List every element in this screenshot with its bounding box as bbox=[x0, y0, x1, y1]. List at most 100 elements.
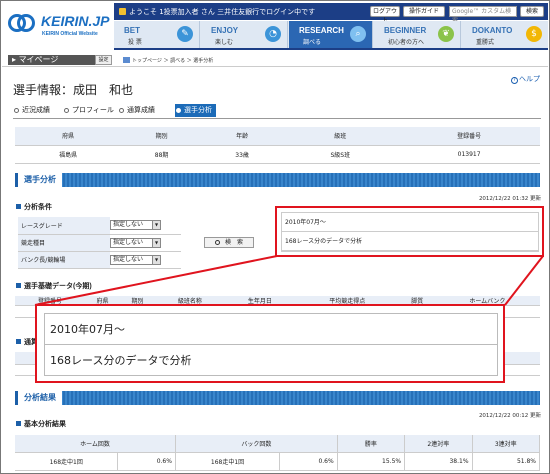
bullet-icon bbox=[16, 421, 21, 426]
bet-icon: ✎ bbox=[177, 26, 193, 42]
results-header: ホーム回数 bbox=[15, 435, 176, 453]
results-header: 勝率 bbox=[337, 435, 406, 453]
search-icon bbox=[214, 240, 220, 245]
chevron-down-icon: ▼ bbox=[152, 221, 160, 230]
mypage-bar: ▸ マイページ 設定 トップページ ＞ 調べる ＞ 選手分析 bbox=[2, 52, 548, 67]
mypage-settings-button[interactable]: 設定 bbox=[95, 55, 112, 65]
welcome-message: ようこそ 1投票加入者 さん 三井住友銀行でログイン中です bbox=[119, 7, 315, 17]
results-header: 2連対率 bbox=[404, 435, 473, 453]
breadcrumb: トップページ ＞ 調べる ＞ 選手分析 bbox=[123, 57, 213, 64]
nav-research-label: RESEARCH bbox=[299, 26, 344, 35]
analysis-updated: 2012/12/22 01:32 更新 bbox=[478, 196, 541, 202]
user-bar: ようこそ 1投票加入者 さん 三井住友銀行でログイン中です ログアウト 操作ガイ… bbox=[114, 3, 548, 24]
tab-divider bbox=[13, 118, 541, 119]
dokanto-icon: $ bbox=[526, 26, 542, 42]
logo-subtext: KEIRIN Official Website bbox=[42, 31, 98, 37]
beginner-icon: ❦ bbox=[438, 26, 454, 42]
bullet-icon bbox=[16, 204, 21, 209]
tab-radio-icon bbox=[64, 108, 69, 113]
profile-header: 年齢 bbox=[201, 127, 283, 146]
results-table: ホーム回数 バック回数 勝率 2連対率 3連対率 168走中1回 0.6% 16… bbox=[15, 435, 541, 471]
home-icon bbox=[123, 57, 130, 63]
nav-bet[interactable]: BET 投 票 ✎ bbox=[114, 21, 200, 48]
logo-text: KEIRIN.JP bbox=[41, 13, 110, 29]
tab-profile[interactable]: プロフィール bbox=[63, 104, 114, 117]
bullet-icon bbox=[16, 283, 21, 288]
conditions-form: レースグレード 指定しない ▼ 競走種目 指定しない ▼ バンク長/競輪場 指定しな… bbox=[18, 217, 181, 269]
tab-analysis[interactable]: 選手分析 bbox=[175, 104, 216, 117]
bullet-icon bbox=[16, 339, 21, 344]
nav-enjoy-label: ENJOY bbox=[211, 26, 239, 35]
tab-total[interactable]: 通算成績 bbox=[118, 104, 155, 117]
profile-header: 級班 bbox=[282, 127, 399, 146]
results-updated: 2012/12/22 00:12 更新 bbox=[478, 413, 541, 419]
help-icon: ? bbox=[511, 77, 518, 84]
profile-value: 88期 bbox=[121, 145, 202, 164]
analysis-section-header: 選手分析 bbox=[15, 173, 540, 187]
site-search-button[interactable]: 検索 bbox=[520, 6, 544, 17]
chevron-down-icon: ▼ bbox=[152, 238, 160, 247]
results-header: 3連対率 bbox=[472, 435, 541, 453]
main-nav: BET 投 票 ✎ ENJOY 楽しむ ◔ RESEARCH 調べる ⌕ BEG… bbox=[114, 21, 548, 50]
research-icon: ⌕ bbox=[350, 26, 366, 42]
enjoy-icon: ◔ bbox=[265, 26, 281, 42]
conditions-label: 分析条件 bbox=[16, 202, 52, 212]
profile-table: 府県 期別 年齢 級班 登録番号 福島県 88期 33歳 S級S班 013917 bbox=[15, 127, 540, 164]
help-link[interactable]: ? ヘルプ bbox=[511, 74, 540, 84]
nav-beginner-label: BEGINNER bbox=[384, 26, 427, 35]
results-value: 38.1% bbox=[404, 452, 473, 471]
results-value: 168走中1回 bbox=[15, 452, 119, 471]
condition-label: 競走種目 bbox=[18, 234, 110, 252]
results-value: 15.5% bbox=[337, 452, 406, 471]
nav-dokanto-label: DOKANTO bbox=[472, 26, 513, 35]
lock-icon bbox=[119, 8, 126, 15]
nav-bet-sublabel: 投 票 bbox=[128, 39, 142, 46]
results-value: 0.6% bbox=[279, 452, 338, 471]
profile-header: 府県 bbox=[15, 127, 122, 146]
zoomed-summary-table: 2010年07月～ 168レース分のデータで分析 bbox=[44, 313, 498, 376]
analysis-section-title: 選手分析 bbox=[15, 173, 62, 187]
basic-results-label: 基本分析結果 bbox=[16, 419, 66, 429]
results-value: 0.6% bbox=[117, 452, 176, 471]
bank-select[interactable]: 指定しない ▼ bbox=[110, 254, 161, 265]
results-section-header: 分析結果 bbox=[15, 391, 540, 405]
condition-label: バンク長/競輪場 bbox=[18, 251, 110, 269]
profile-value: 33歳 bbox=[201, 145, 283, 164]
analysis-search-button[interactable]: 検 索 bbox=[204, 237, 254, 248]
keirin-logo[interactable]: KEIRIN.JP KEIRIN Official Website bbox=[8, 12, 118, 42]
profile-value: 福島県 bbox=[15, 145, 122, 164]
logout-button[interactable]: ログアウト bbox=[370, 6, 400, 24]
zoomed-period: 2010年07月～ bbox=[45, 314, 497, 345]
breadcrumb-text[interactable]: トップページ ＞ 調べる ＞ 選手分析 bbox=[132, 58, 213, 64]
tab-radio-icon bbox=[119, 108, 124, 113]
zoomed-race-count: 168レース分のデータで分析 bbox=[50, 354, 192, 367]
nav-research-sublabel: 調べる bbox=[303, 39, 322, 46]
event-select[interactable]: 指定しない ▼ bbox=[110, 237, 161, 248]
page-title: 選手情報：成田 和也 bbox=[13, 83, 134, 97]
nav-dokanto[interactable]: DOKANTO 重勝式 $ bbox=[462, 21, 548, 48]
page-frame: KEIRIN.JP KEIRIN Official Website ようこそ 1… bbox=[0, 0, 550, 474]
results-header: バック回数 bbox=[175, 435, 338, 453]
tab-radio-icon bbox=[176, 108, 181, 113]
site-header: KEIRIN.JP KEIRIN Official Website ようこそ 1… bbox=[2, 2, 548, 50]
nav-dokanto-sublabel: 重勝式 bbox=[476, 39, 495, 46]
nav-enjoy[interactable]: ENJOY 楽しむ ◔ bbox=[201, 21, 288, 48]
results-value: 168走中1回 bbox=[175, 452, 281, 471]
profile-value: S級S班 bbox=[282, 145, 399, 164]
highlight-box bbox=[275, 206, 544, 257]
tab-recent[interactable]: 近況成績 bbox=[13, 104, 50, 117]
tab-radio-icon bbox=[14, 108, 19, 113]
profile-header: 登録番号 bbox=[398, 127, 540, 146]
site-search-input[interactable]: Google™ カスタム検索 bbox=[449, 6, 517, 24]
nav-research[interactable]: RESEARCH 調べる ⌕ bbox=[289, 21, 373, 48]
profile-value: 013917 bbox=[398, 145, 540, 164]
basic-data-label: 選手基礎データ(今期) bbox=[16, 281, 92, 291]
results-section-title: 分析結果 bbox=[15, 391, 62, 405]
grade-select[interactable]: 指定しない ▼ bbox=[110, 220, 161, 231]
nav-beginner[interactable]: BEGINNER 初心者の方へ ❦ bbox=[374, 21, 461, 48]
logo-ring-icon bbox=[17, 14, 35, 32]
guide-button[interactable]: 操作ガイド bbox=[403, 6, 445, 17]
results-value: 51.8% bbox=[472, 452, 541, 471]
chevron-down-icon: ▼ bbox=[152, 255, 160, 264]
condition-label: レースグレード bbox=[18, 217, 110, 235]
